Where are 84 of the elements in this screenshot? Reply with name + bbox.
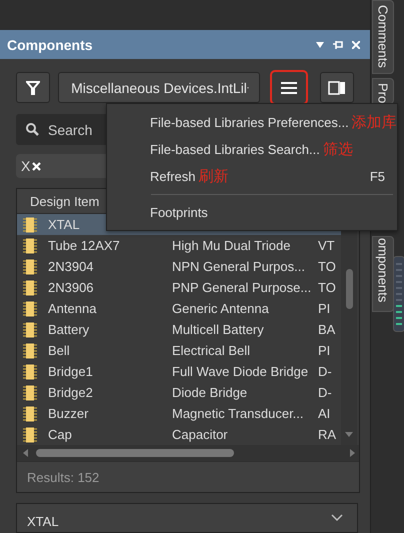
table-row[interactable]: Antenna Generic Antenna PI	[17, 298, 341, 319]
panel-layout-icon	[328, 80, 346, 94]
chip-icon	[22, 258, 38, 274]
table-cell-text: PNP General Purpose...	[172, 280, 312, 295]
table-cell: PI	[318, 301, 330, 316]
close-icon[interactable]	[32, 162, 42, 170]
table-cell-text: Antenna	[48, 301, 98, 316]
table-row[interactable]: Bell Electrical Bell PI	[17, 340, 341, 361]
layout-button[interactable]	[320, 72, 354, 103]
table-row[interactable]: Battery Multicell Battery BA	[17, 319, 341, 340]
table-cell-text: Electrical Bell	[172, 343, 252, 358]
side-tab[interactable]: Comments	[372, 0, 394, 74]
chip-icon	[22, 364, 38, 380]
table-cell-text: Bell	[48, 343, 71, 358]
table-cell-text: Battery	[48, 322, 90, 337]
library-dropdown[interactable]: Miscellaneous Devices.IntLil	[58, 72, 260, 103]
scrollbar-thumb[interactable]	[346, 269, 353, 309]
panel-title: Components	[7, 36, 93, 52]
table-cell-text: NPN General Purpos...	[172, 259, 306, 274]
table-row[interactable]: Cap Capacitor RA	[17, 424, 341, 445]
table-cell: D-	[318, 364, 332, 379]
side-tab[interactable]: Pro	[372, 78, 394, 104]
table-cell-text: 2N3904	[48, 259, 95, 274]
chevron-icon[interactable]	[331, 514, 343, 522]
scroll-right-icon[interactable]	[350, 449, 355, 457]
table-cell: D-	[318, 385, 332, 400]
chip-icon	[22, 384, 38, 400]
table-cell-text: Tube 12AX7	[48, 238, 121, 253]
chip-icon	[22, 238, 38, 254]
horizontal-scrollbar[interactable]	[17, 445, 359, 461]
table-cell-text: Generic Antenna	[172, 301, 270, 316]
filter-icon	[26, 80, 40, 94]
annotation-text: 添加库	[352, 113, 397, 132]
table-cell: PI	[318, 343, 330, 358]
annotation-text: 筛选	[322, 140, 353, 159]
table-row[interactable]: Tube 12AX7 High Mu Dual Triode VT	[17, 235, 341, 256]
side-tab[interactable]: omponents	[372, 236, 394, 312]
table-cell-text: Bridge2	[48, 385, 94, 400]
menu-item[interactable]: Footprints	[107, 199, 397, 226]
table-row[interactable]: 2N3906 PNP General Purpose... TO	[17, 277, 341, 298]
chip-icon	[22, 300, 38, 316]
chip-icon	[22, 322, 38, 338]
table-row[interactable]: Bridge1 Full Wave Diode Bridge D-	[17, 361, 341, 382]
results-count: Results: 152	[17, 461, 359, 492]
scroll-down-icon[interactable]	[345, 432, 353, 437]
table-cell-text: Full Wave Diode Bridge	[172, 364, 310, 379]
menu-button[interactable]	[272, 72, 306, 103]
shortcut-text: F5	[370, 169, 385, 184]
chip-icon	[22, 406, 38, 422]
chip-icon	[22, 342, 38, 358]
table-cell: BA	[318, 322, 336, 337]
table-row[interactable]: Buzzer Magnetic Transducer... AI	[17, 403, 341, 424]
table-cell: TO	[318, 280, 336, 295]
table-cell-text: Bridge1	[48, 364, 94, 379]
table-cell-text: Diode Bridge	[172, 385, 248, 400]
table-cell-text: Cap	[48, 427, 73, 442]
table-cell: VT	[318, 238, 335, 253]
column-header[interactable]: Design Item	[17, 194, 100, 208]
table-cell-text: Multicell Battery	[172, 322, 265, 337]
table-cell-text: Buzzer	[48, 406, 90, 421]
table-cell: AI	[318, 406, 330, 421]
table-cell-text: High Mu Dual Triode	[172, 238, 292, 253]
scroll-left-icon[interactable]	[23, 449, 28, 457]
table-cell-text: 2N3906	[48, 280, 95, 295]
table-cell-text: Capacitor	[172, 427, 229, 442]
chip-icon	[22, 280, 38, 296]
pin-icon[interactable]	[333, 40, 343, 48]
annotation-text: 刷新	[198, 167, 229, 186]
table-cell: TO	[318, 259, 336, 274]
menu-icon	[280, 82, 297, 94]
table-row[interactable]: Bridge2 Diode Bridge D-	[17, 382, 341, 403]
search-icon	[26, 123, 39, 136]
table-cell: RA	[318, 427, 336, 442]
filter-button[interactable]	[16, 72, 50, 103]
dropdown-icon[interactable]	[316, 42, 324, 48]
level-meter-icon	[393, 256, 404, 332]
details-title: XTAL	[27, 514, 59, 531]
chip-icon	[22, 216, 38, 232]
chip-icon	[22, 426, 38, 442]
table-cell-text: XTAL	[48, 217, 81, 232]
table-row[interactable]: 2N3904 NPN General Purpos... TO	[17, 256, 341, 277]
menu-item[interactable]: File-based Libraries Preferences... 添加库	[107, 109, 397, 136]
table-cell-text: Magnetic Transducer...	[172, 406, 305, 421]
close-icon[interactable]	[352, 40, 360, 48]
